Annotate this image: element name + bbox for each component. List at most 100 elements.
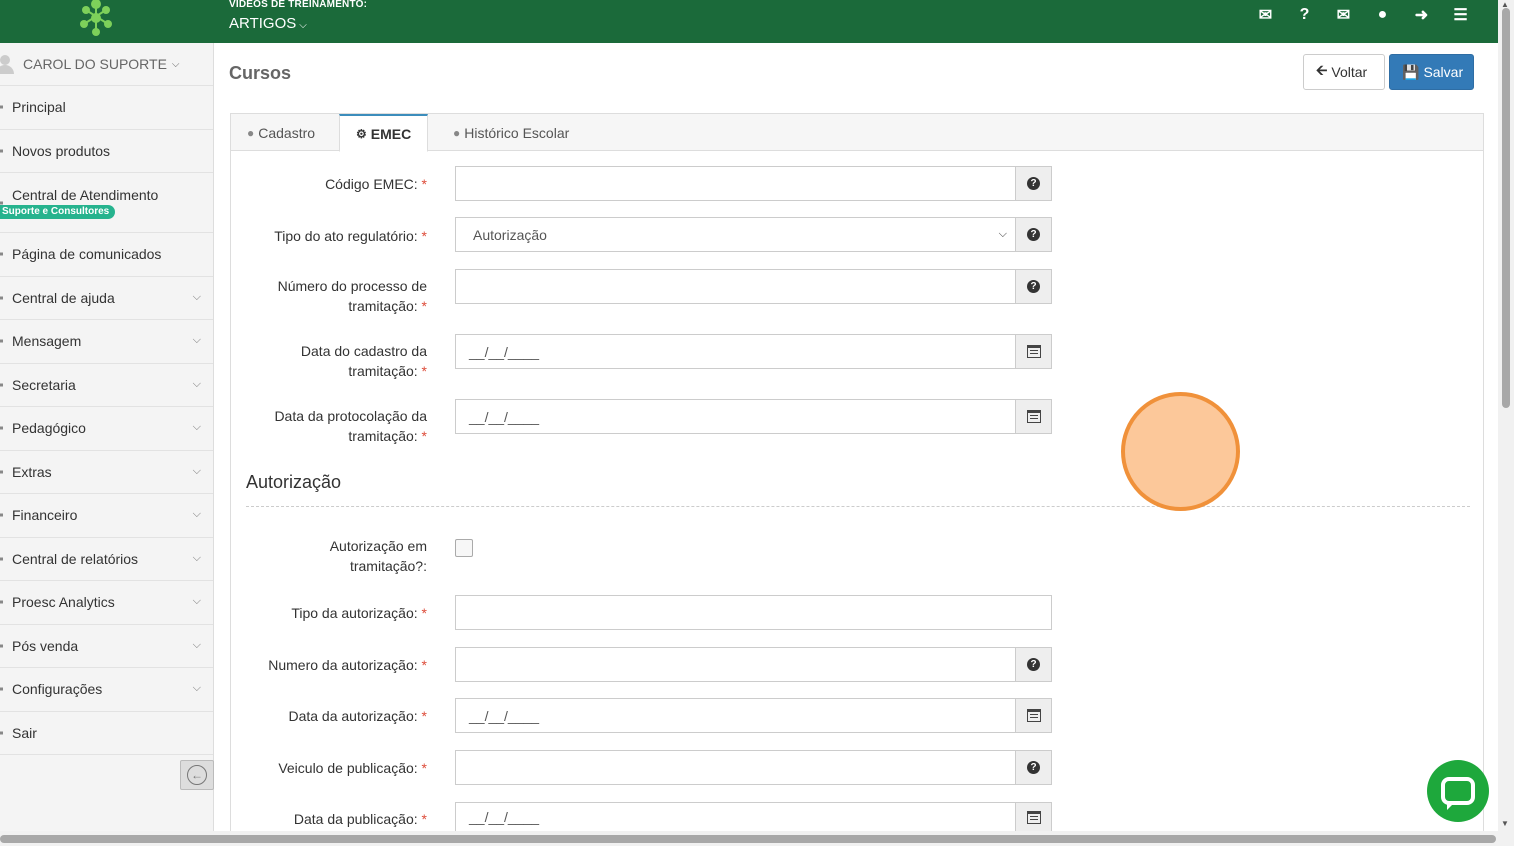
autorizacao-tramitacao-checkbox[interactable] xyxy=(455,539,473,557)
sidebar-item-label: Extras xyxy=(12,463,52,480)
chevron-down-icon: ⌵ xyxy=(192,377,201,390)
articles-dropdown[interactable]: ARTIGOS ⌵ xyxy=(229,15,307,32)
calendar-addon[interactable] xyxy=(1015,334,1052,369)
field-label: Código EMEC: * xyxy=(325,176,427,192)
help-addon[interactable]: ? xyxy=(1015,750,1052,785)
vertical-scrollbar[interactable]: ▲ ▼ xyxy=(1498,0,1514,846)
sign-out-icon[interactable]: ➜ xyxy=(1402,5,1441,25)
field-label: Data da autorização: * xyxy=(288,708,427,724)
sidebar-item-label: Central de Atendimento xyxy=(12,187,159,203)
chevron-down-icon: ⌵ xyxy=(171,58,180,70)
user-icon: ● xyxy=(453,125,461,140)
data-protocolacao-input[interactable]: __/__/____ xyxy=(455,399,1016,434)
sidebar-item-comunicados[interactable]: Página de comunicados xyxy=(0,233,213,277)
data-autorizacao-input[interactable]: __/__/____ xyxy=(455,698,1016,733)
bullet-icon xyxy=(0,383,3,387)
tab-bar: ● Cadastro ⚙ EMEC ● Histórico Escolar xyxy=(231,114,1483,152)
chevron-down-icon: ⌵ xyxy=(192,334,201,347)
sidebar-item-secretaria[interactable]: Secretaria ⌵ xyxy=(0,364,213,407)
field-label: Tipo do ato regulatório: * xyxy=(274,228,427,244)
scrollbar-thumb[interactable] xyxy=(1502,8,1510,408)
field-label: Autorização em tramitação?: xyxy=(329,538,427,574)
field-label: Data da protocolação da tramitação: * xyxy=(274,408,427,444)
help-addon[interactable]: ? xyxy=(1015,647,1052,682)
data-publicacao-input[interactable]: __/__/____ xyxy=(455,802,1016,832)
sidebar-item-relatorios[interactable]: Central de relatórios ⌵ xyxy=(0,538,213,581)
help-addon[interactable]: ? xyxy=(1015,166,1052,201)
sidebar-item-central-atendimento[interactable]: Central de Atendimento Suporte e Consulto… xyxy=(0,173,213,233)
numero-processo-input[interactable] xyxy=(455,269,1016,304)
handshake-icon[interactable]: ✉ xyxy=(1246,5,1285,25)
arrow-left-icon: 🡨 xyxy=(1316,62,1328,78)
sidebar-item-pos-venda[interactable]: Pós venda ⌵ xyxy=(0,625,213,668)
data-cadastro-input[interactable]: __/__/____ xyxy=(455,334,1016,369)
click-indicator xyxy=(1121,392,1240,511)
help-addon[interactable]: ? xyxy=(1015,269,1052,304)
sidebar-item-label: Novos produtos xyxy=(12,142,111,159)
codigo-emec-input[interactable] xyxy=(455,166,1016,201)
tipo-ato-select[interactable]: Autorização ⌵ xyxy=(455,217,1016,252)
back-button[interactable]: 🡨 Voltar xyxy=(1303,54,1385,90)
sidebar-item-label: Pós venda xyxy=(12,637,79,654)
logo-icon[interactable] xyxy=(70,0,122,40)
question-circle-icon: ? xyxy=(1027,280,1040,293)
calendar-addon[interactable] xyxy=(1015,399,1052,434)
question-icon[interactable]: ? xyxy=(1285,5,1324,25)
section-divider xyxy=(246,506,1470,507)
sidebar-item-label: Principal xyxy=(12,99,66,116)
save-button[interactable]: 💾 Salvar xyxy=(1389,54,1474,90)
sidebar-item-sair[interactable]: Sair xyxy=(0,712,213,755)
tab-label: Histórico Escolar xyxy=(464,124,570,141)
question-circle-icon: ? xyxy=(1027,228,1040,241)
sidebar-item-novos-produtos[interactable]: Novos produtos xyxy=(0,130,213,173)
sidebar-item-extras[interactable]: Extras ⌵ xyxy=(0,451,213,494)
sidebar-item-label: Central de ajuda xyxy=(12,289,115,306)
question-circle-icon: ? xyxy=(1027,177,1040,190)
sidebar-item-configuracoes[interactable]: Configurações ⌵ xyxy=(0,668,213,712)
back-label: Voltar xyxy=(1331,64,1368,80)
sidebar-item-analytics[interactable]: Proesc Analytics ⌵ xyxy=(0,581,213,625)
sidebar-item-central-ajuda[interactable]: Central de ajuda ⌵ xyxy=(0,277,213,320)
field-label: Número do processo de tramitação: * xyxy=(277,278,427,314)
scrollbar-thumb[interactable] xyxy=(0,835,1496,843)
sidebar-item-pedagogico[interactable]: Pedagógico ⌵ xyxy=(0,407,213,451)
veiculo-publicacao-input[interactable] xyxy=(455,750,1016,785)
main-content: Cursos 🡨 Voltar 💾 Salvar ● Cadastro ⚙ EMEC ●… xyxy=(215,43,1498,843)
user-icon[interactable]: ● xyxy=(1363,5,1402,25)
bullet-icon xyxy=(0,513,3,517)
floppy-disk-icon: 💾 xyxy=(1402,63,1420,80)
user-icon: ● xyxy=(247,125,255,140)
calendar-addon[interactable] xyxy=(1015,802,1052,832)
section-title-autorizacao: Autorização xyxy=(246,472,342,492)
help-addon[interactable]: ? xyxy=(1015,217,1052,252)
articles-label: ARTIGOS xyxy=(229,15,297,32)
bullet-icon xyxy=(0,687,3,691)
bullet-icon xyxy=(0,296,3,300)
top-icon-bar: ✉ ? ✉ ● ➜ ☰ xyxy=(1246,5,1480,25)
avatar-icon xyxy=(0,53,14,75)
tab-emec[interactable]: ⚙ EMEC xyxy=(339,114,429,152)
sidebar-item-financeiro[interactable]: Financeiro ⌵ xyxy=(0,494,213,538)
question-circle-icon: ? xyxy=(1027,658,1040,671)
envelope-icon[interactable]: ✉ xyxy=(1324,5,1363,25)
scroll-down-icon[interactable]: ▼ xyxy=(1501,819,1509,828)
sidebar-item-principal[interactable]: Principal xyxy=(0,86,213,130)
calendar-addon[interactable] xyxy=(1015,698,1052,733)
horizontal-scrollbar[interactable] xyxy=(0,831,1498,846)
bullet-icon xyxy=(0,600,3,604)
chevron-down-icon: ⌵ xyxy=(998,227,1007,240)
field-label: Data da publicação: * xyxy=(293,811,427,827)
bullet-icon xyxy=(0,557,3,561)
bullet-icon xyxy=(0,339,3,343)
chat-widget-button[interactable] xyxy=(1427,760,1489,822)
cogs-icon: ⚙ xyxy=(356,126,367,141)
chevron-down-icon: ⌵ xyxy=(192,551,201,564)
numero-autorizacao-input[interactable] xyxy=(455,647,1016,682)
tab-historico-escolar[interactable]: ● Histórico Escolar xyxy=(437,114,585,151)
collapse-sidebar-button[interactable]: ← xyxy=(180,760,214,790)
user-menu[interactable]: CAROL DO SUPORTE ⌵ xyxy=(0,43,213,86)
tipo-autorizacao-input[interactable] xyxy=(455,595,1052,630)
menu-icon[interactable]: ☰ xyxy=(1441,5,1480,25)
sidebar-item-mensagem[interactable]: Mensagem ⌵ xyxy=(0,320,213,364)
tab-cadastro[interactable]: ● Cadastro xyxy=(231,114,331,151)
